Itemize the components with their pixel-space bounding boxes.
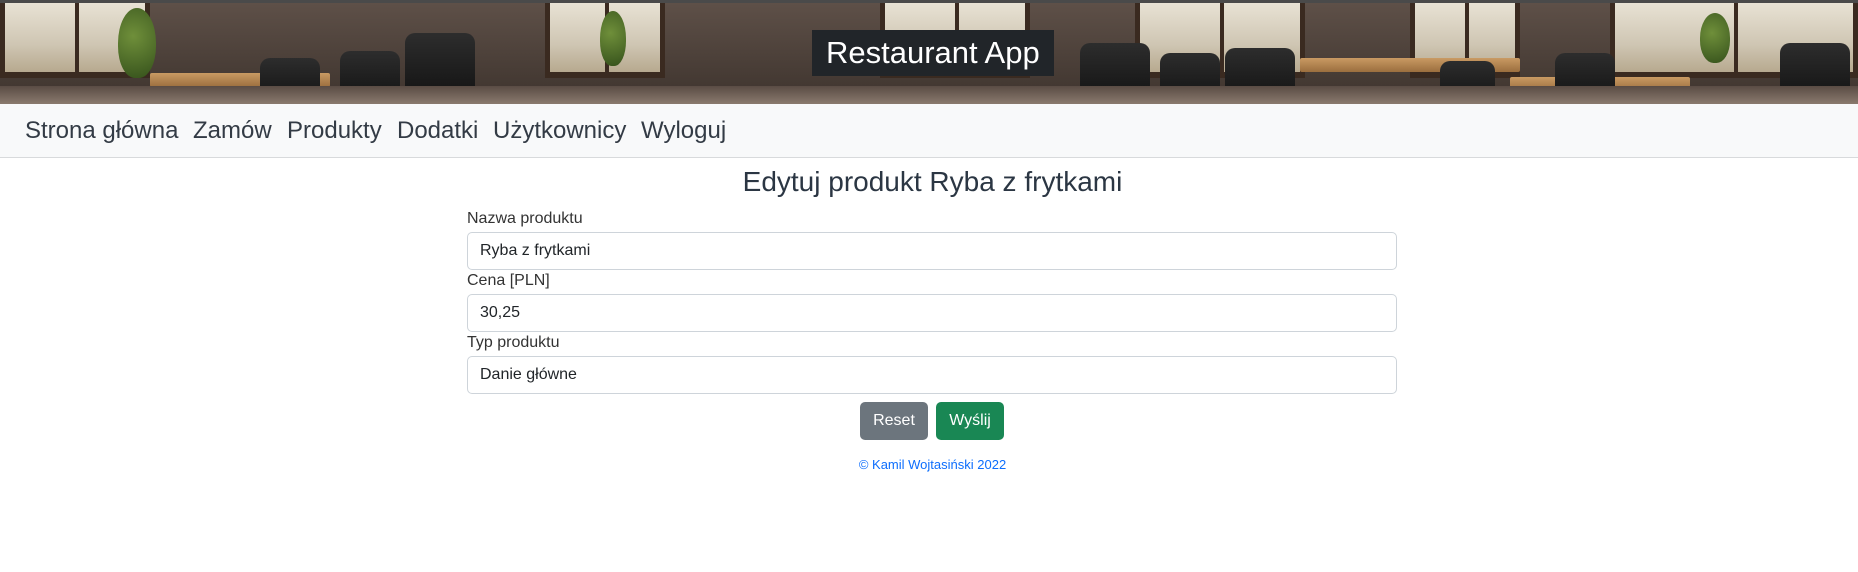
product-type-label: Typ produktu xyxy=(467,334,560,351)
main-navbar: Strona główna Zamów Produkty Dodatki Uży… xyxy=(0,104,1858,158)
reset-button[interactable]: Reset xyxy=(860,402,928,440)
nav-item-users[interactable]: Użytkownicy xyxy=(493,117,626,145)
submit-button[interactable]: Wyślij xyxy=(936,402,1004,440)
nav-item-products[interactable]: Produkty xyxy=(287,117,382,145)
nav-item-order[interactable]: Zamów xyxy=(193,117,272,145)
product-type-input[interactable] xyxy=(467,356,1397,394)
nav-item-home[interactable]: Strona główna xyxy=(25,117,178,145)
app-title: Restaurant App xyxy=(812,30,1054,76)
product-name-input[interactable] xyxy=(467,232,1397,270)
product-price-input[interactable] xyxy=(467,294,1397,332)
product-price-label: Cena [PLN] xyxy=(467,272,550,289)
page-title: Edytuj produkt Ryba z frytkami xyxy=(742,166,1123,197)
nav-item-logout[interactable]: Wyloguj xyxy=(641,117,726,145)
product-name-label: Nazwa produktu xyxy=(467,210,583,227)
nav-item-extras[interactable]: Dodatki xyxy=(397,117,478,145)
footer-copyright: © Kamil Wojtasiński 2022 xyxy=(858,457,1007,472)
